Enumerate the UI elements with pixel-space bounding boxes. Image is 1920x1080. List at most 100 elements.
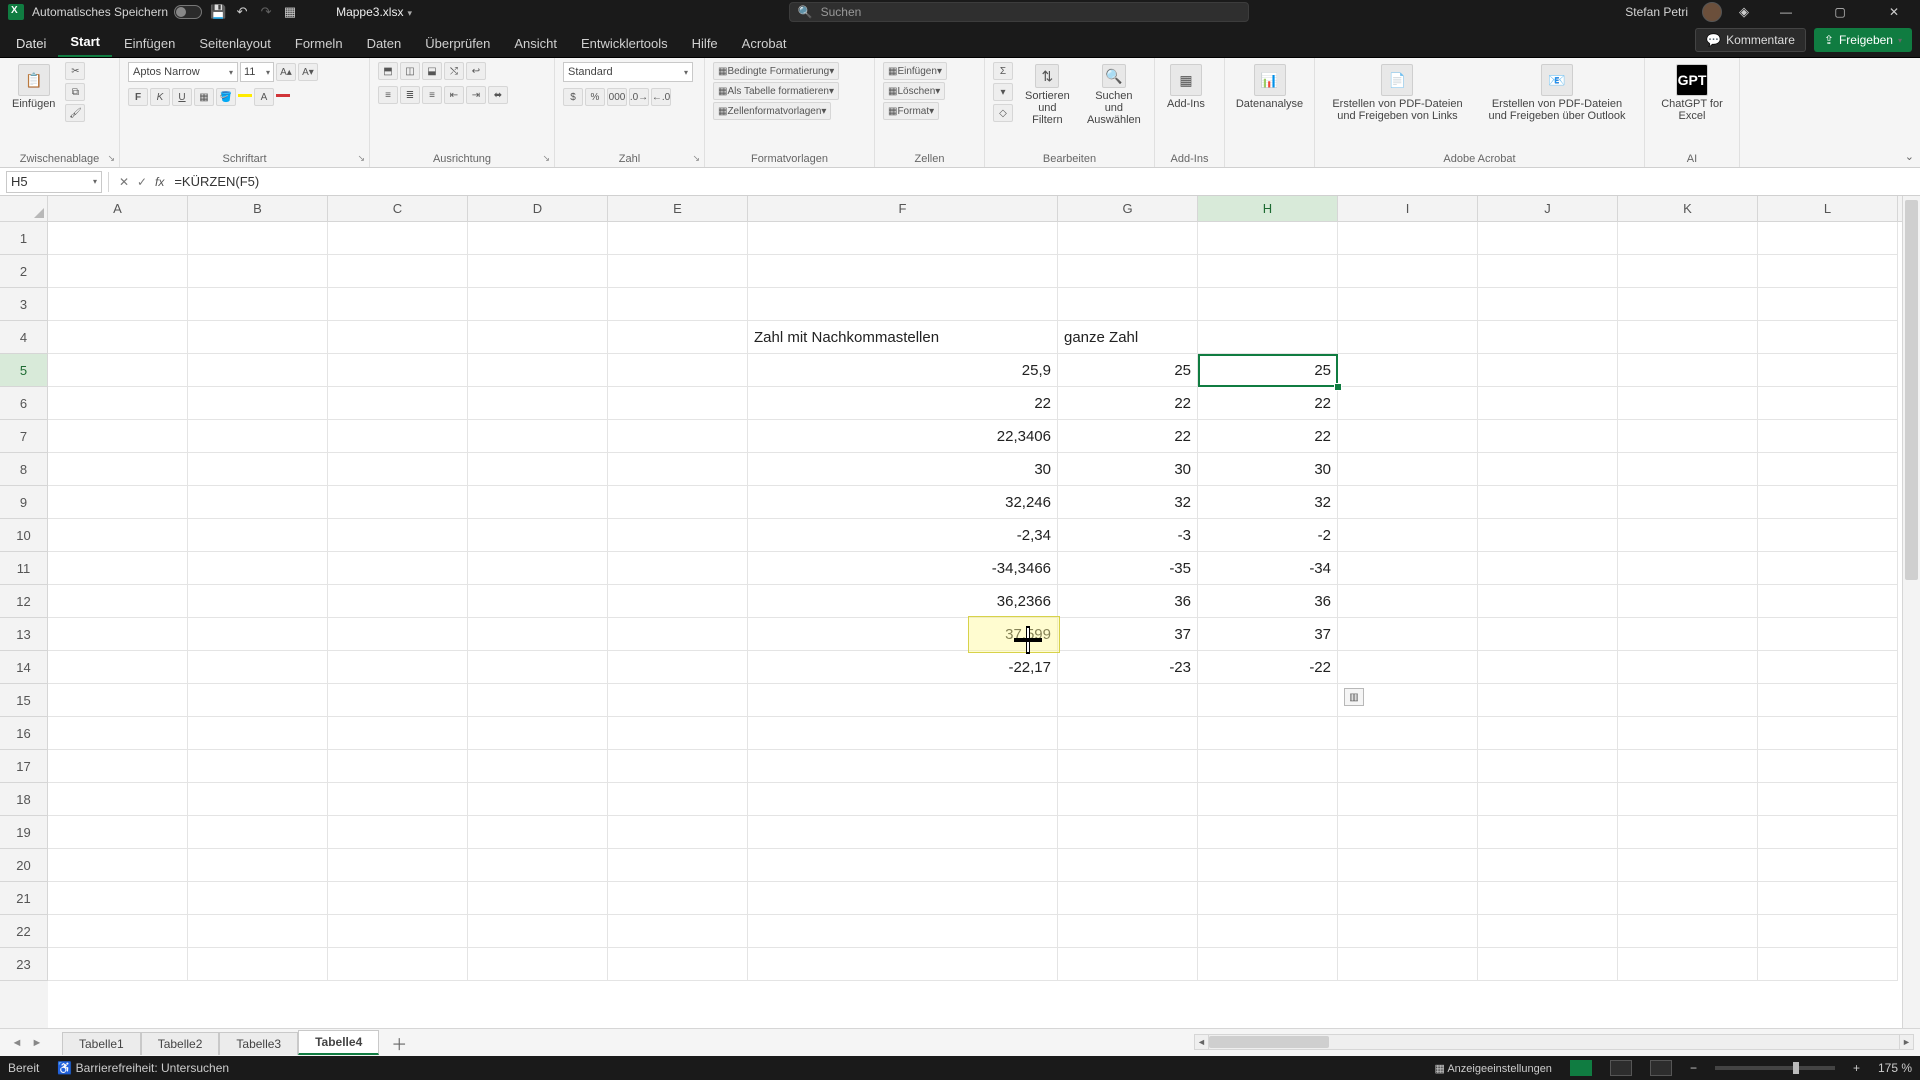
cell-G19[interactable] [1058,816,1198,849]
cell-I12[interactable] [1338,585,1478,618]
row-headers[interactable]: 1234567891011121314151617181920212223 [0,222,48,1028]
cell-B3[interactable] [188,288,328,321]
cell-H10[interactable]: -2 [1198,519,1338,552]
cell-A14[interactable] [48,651,188,684]
cell-L10[interactable] [1758,519,1898,552]
cell-C23[interactable] [328,948,468,981]
cell-D9[interactable] [468,486,608,519]
cell-G6[interactable]: 22 [1058,387,1198,420]
column-headers[interactable]: ABCDEFGHIJKL [48,196,1902,222]
cell-A2[interactable] [48,255,188,288]
cell-D1[interactable] [468,222,608,255]
cell-C18[interactable] [328,783,468,816]
accessibility-status[interactable]: ♿ Barrierefreiheit: Untersuchen [57,1061,229,1075]
cell-E23[interactable] [608,948,748,981]
cell-B6[interactable] [188,387,328,420]
cell-E6[interactable] [608,387,748,420]
cell-F9[interactable]: 32,246 [748,486,1058,519]
cell-E22[interactable] [608,915,748,948]
row-header-6[interactable]: 6 [0,387,48,420]
row-header-3[interactable]: 3 [0,288,48,321]
find-select-button[interactable]: 🔍 Suchen und Auswählen [1082,62,1146,128]
undo-icon[interactable]: ↶ [234,4,250,20]
minimize-button[interactable]: — [1766,0,1806,24]
cell-J12[interactable] [1478,585,1618,618]
scrollbar-thumb[interactable] [1905,200,1918,580]
cell-I8[interactable] [1338,453,1478,486]
cell-J17[interactable] [1478,750,1618,783]
cell-I1[interactable] [1338,222,1478,255]
cell-A8[interactable] [48,453,188,486]
cell-F22[interactable] [748,915,1058,948]
cell-E7[interactable] [608,420,748,453]
zoom-out-button[interactable]: − [1690,1061,1697,1075]
cell-F21[interactable] [748,882,1058,915]
cell-G2[interactable] [1058,255,1198,288]
cell-C9[interactable] [328,486,468,519]
redo-icon[interactable]: ↷ [258,4,274,20]
cell-G15[interactable] [1058,684,1198,717]
cell-K8[interactable] [1618,453,1758,486]
cell-K2[interactable] [1618,255,1758,288]
cell-K18[interactable] [1618,783,1758,816]
orientation-button[interactable]: ⤭ [444,62,464,80]
align-bottom-button[interactable]: ⬓ [422,62,442,80]
cell-H7[interactable]: 22 [1198,420,1338,453]
cell-E19[interactable] [608,816,748,849]
cell-I18[interactable] [1338,783,1478,816]
cell-B5[interactable] [188,354,328,387]
cell-C4[interactable] [328,321,468,354]
row-header-21[interactable]: 21 [0,882,48,915]
cell-K12[interactable] [1618,585,1758,618]
accept-formula-icon[interactable]: ✓ [133,173,151,191]
tab-developer[interactable]: Entwicklertools [569,28,680,57]
cell-D12[interactable] [468,585,608,618]
vertical-scrollbar[interactable] [1902,196,1920,1028]
cell-K5[interactable] [1618,354,1758,387]
cell-D6[interactable] [468,387,608,420]
column-header-C[interactable]: C [328,196,468,221]
align-middle-button[interactable]: ◫ [400,62,420,80]
cell-K23[interactable] [1618,948,1758,981]
cell-L13[interactable] [1758,618,1898,651]
cell-K17[interactable] [1618,750,1758,783]
cell-J19[interactable] [1478,816,1618,849]
cell-L6[interactable] [1758,387,1898,420]
cell-C6[interactable] [328,387,468,420]
row-header-4[interactable]: 4 [0,321,48,354]
cell-L9[interactable] [1758,486,1898,519]
cell-K6[interactable] [1618,387,1758,420]
autofill-options-button[interactable]: ▥ [1344,688,1364,706]
cell-D16[interactable] [468,717,608,750]
cell-B21[interactable] [188,882,328,915]
cell-J1[interactable] [1478,222,1618,255]
row-header-10[interactable]: 10 [0,519,48,552]
cell-E8[interactable] [608,453,748,486]
cell-J6[interactable] [1478,387,1618,420]
cell-J20[interactable] [1478,849,1618,882]
cell-B18[interactable] [188,783,328,816]
cell-A11[interactable] [48,552,188,585]
cell-G14[interactable]: -23 [1058,651,1198,684]
cell-L7[interactable] [1758,420,1898,453]
cell-styles-button[interactable]: ▦ Zellenformatvorlagen ▾ [713,102,831,120]
cell-J3[interactable] [1478,288,1618,321]
cell-A12[interactable] [48,585,188,618]
cell-B23[interactable] [188,948,328,981]
zoom-in-button[interactable]: + [1853,1061,1860,1075]
cell-I10[interactable] [1338,519,1478,552]
cell-K21[interactable] [1618,882,1758,915]
underline-button[interactable]: U [172,88,192,106]
cell-I3[interactable] [1338,288,1478,321]
cell-I2[interactable] [1338,255,1478,288]
cell-A6[interactable] [48,387,188,420]
cell-C3[interactable] [328,288,468,321]
cell-C2[interactable] [328,255,468,288]
font-name-combo[interactable]: Aptos Narrow▾ [128,62,238,82]
cell-B1[interactable] [188,222,328,255]
hscroll-right-icon[interactable]: ► [1899,1035,1913,1049]
cell-H18[interactable] [1198,783,1338,816]
cell-E17[interactable] [608,750,748,783]
cell-K1[interactable] [1618,222,1758,255]
cell-K15[interactable] [1618,684,1758,717]
